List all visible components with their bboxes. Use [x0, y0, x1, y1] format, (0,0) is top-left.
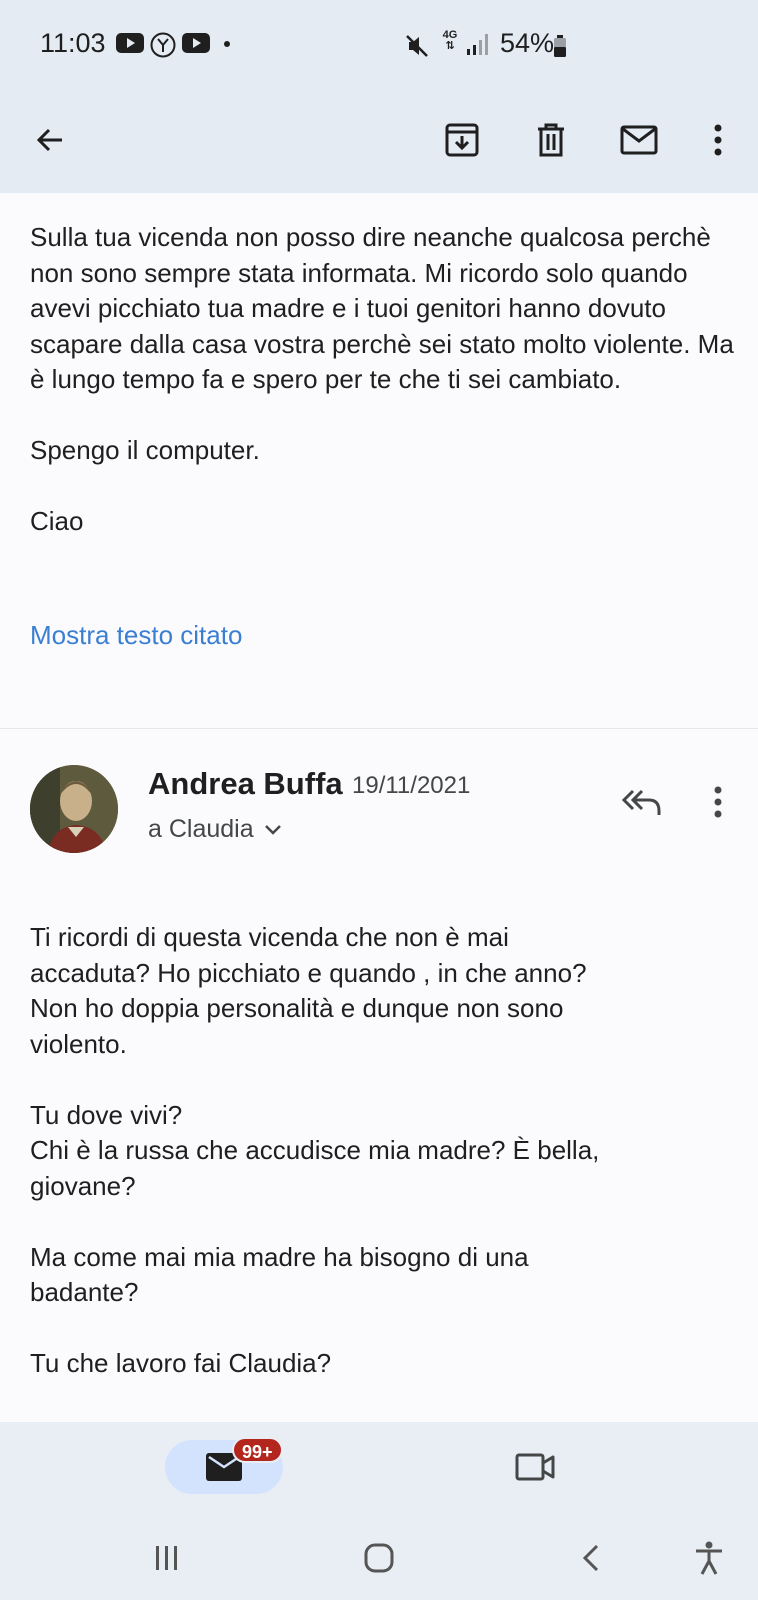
accessibility-button[interactable]: [685, 1534, 733, 1582]
message-line: badante?: [30, 1277, 139, 1307]
message-line: Ma come mai mia madre ha bisogno di una: [30, 1241, 529, 1272]
back-arrow-icon: [36, 128, 62, 152]
divider: [0, 728, 758, 729]
chevron-left-icon: [582, 1544, 599, 1572]
more-vert-icon: [714, 124, 722, 156]
system-navigation-bar: [0, 1510, 758, 1600]
archive-icon: [445, 123, 479, 157]
message-line: Ti ricordi di questa vicenda che non è m…: [30, 922, 509, 952]
sender-avatar[interactable]: [30, 765, 118, 853]
back-button[interactable]: [26, 116, 74, 164]
home-button[interactable]: [355, 1534, 403, 1582]
avatar-photo: [30, 765, 118, 853]
recents-icon: [156, 1546, 177, 1570]
message-paragraph: Ciao: [30, 506, 84, 536]
battery-percent: 54%: [500, 28, 555, 58]
message-line: Non ho doppia personalità e dunque non s…: [30, 993, 564, 1023]
reply-all-icon: [621, 789, 661, 815]
message-paragraph: Spengo il computer.: [30, 435, 260, 465]
recents-button[interactable]: [143, 1534, 191, 1582]
mute-icon: [406, 35, 428, 57]
network-type: 4G ⇅: [442, 29, 458, 52]
archive-button[interactable]: [438, 116, 486, 164]
meet-video-icon: [515, 1453, 555, 1481]
mark-unread-button[interactable]: [615, 116, 663, 164]
status-time: 11:03: [40, 28, 106, 58]
yahoo-icon: [150, 32, 176, 58]
message-body: Sulla tua vicenda non posso dire neanche…: [30, 220, 735, 540]
status-bar: 11:03 4G ⇅ 54%: [0, 0, 758, 92]
chevron-down-icon: [264, 824, 281, 835]
message-line: violento.: [30, 1028, 127, 1059]
message-line: Tu dove vivi?: [30, 1099, 183, 1130]
message-body: Ti ricordi di questa vicenda che non è m…: [30, 920, 735, 1382]
signal-icon: [467, 34, 488, 55]
sender-name: Andrea Buffa: [148, 766, 343, 801]
recipient-details-toggle[interactable]: a Claudia: [148, 815, 282, 844]
mark-unread-icon: [620, 125, 658, 155]
more-options-button[interactable]: [694, 116, 742, 164]
youtube-icon: [182, 33, 210, 53]
message-line: Tu che lavoro fai Claudia?: [30, 1348, 332, 1378]
app-bar: [0, 92, 758, 193]
notification-dot: [224, 41, 230, 47]
unread-count-badge: 99+: [232, 1437, 283, 1463]
system-back-button[interactable]: [567, 1534, 615, 1582]
message-paragraph: Sulla tua vicenda non posso dire neanche…: [30, 222, 734, 394]
youtube-icon: [116, 33, 144, 53]
battery-icon: [554, 35, 566, 57]
message-more-options-button[interactable]: [694, 778, 742, 826]
delete-icon: [538, 123, 564, 157]
email-thread-screen: 11:03 4G ⇅ 54% Sulla tua vicenda non pos…: [0, 0, 758, 1600]
message-line: accaduta? Ho picchiato e quando , in che…: [30, 957, 587, 988]
message-date: 19/11/2021: [352, 772, 471, 799]
recipient-label: a Claudia: [148, 815, 254, 843]
more-vert-icon: [714, 786, 722, 818]
show-quoted-text-link[interactable]: Mostra testo citato: [30, 620, 242, 651]
bottom-navigation: 99+: [0, 1422, 758, 1510]
accessibility-icon: [696, 1541, 722, 1575]
reply-all-button[interactable]: [616, 778, 668, 826]
message-line: Chi è la russa che accudisce mia madre? …: [30, 1135, 600, 1165]
message-line: giovane?: [30, 1170, 136, 1201]
delete-button[interactable]: [527, 116, 575, 164]
home-icon: [364, 1543, 394, 1573]
nav-meet-tab[interactable]: [508, 1444, 562, 1490]
